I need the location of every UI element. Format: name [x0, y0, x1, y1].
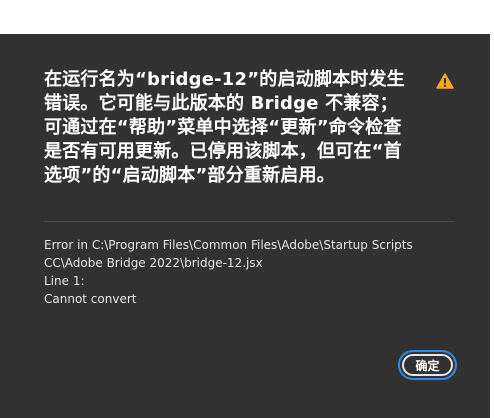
error-message: 在运行名为“bridge-12”的启动脚本时发生错误。它可能与此版本的 Brid…: [44, 69, 405, 186]
ok-button-label: 确定: [402, 354, 453, 376]
error-dialog: 在运行名为“bridge-12”的启动脚本时发生错误。它可能与此版本的 Brid…: [0, 34, 490, 418]
details-line: Error in C:\Program Files\Common Files\A…: [44, 238, 413, 252]
background-window-edge: [490, 0, 494, 418]
error-details: Error in C:\Program Files\Common Files\A…: [44, 236, 414, 308]
ok-button[interactable]: 确定: [398, 350, 457, 380]
background-window-strip: [0, 0, 494, 34]
details-line: Line 1:: [44, 274, 85, 288]
divider: [44, 221, 454, 222]
details-line: CC\Adobe Bridge 2022\bridge-12.jsx: [44, 256, 263, 270]
warning-icon: [436, 73, 454, 89]
details-line: Cannot convert: [44, 292, 137, 306]
